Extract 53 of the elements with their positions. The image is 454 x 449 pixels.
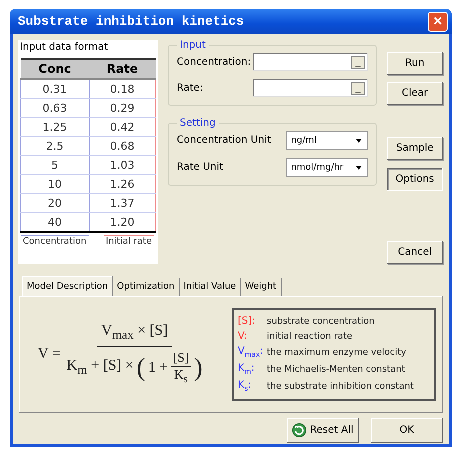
close-button[interactable]: × xyxy=(428,12,448,32)
symbol-description: the maximum enzyme velocity xyxy=(267,348,408,358)
column-caption: Initial rate xyxy=(104,235,154,248)
field-label: Rate Unit xyxy=(177,162,224,173)
group-title: Setting xyxy=(179,118,217,129)
symbol-label: V$_{max}$: xyxy=(238,346,264,359)
tab[interactable]: Model Description xyxy=(22,276,114,296)
table-cell: 0.31 xyxy=(20,79,90,98)
symbol-label: K$_{m}$: xyxy=(238,363,256,376)
table-cell: 1.25 xyxy=(20,118,90,136)
dialog-button[interactable]: Run xyxy=(387,52,443,75)
dialog-button[interactable]: Cancel xyxy=(387,241,443,264)
field-label: Rate: xyxy=(177,82,204,94)
table-cell: 0.42 xyxy=(90,118,156,136)
dialog-button[interactable]: Options xyxy=(387,168,443,191)
symbol-description: initial reaction rate xyxy=(267,332,354,342)
table-cell: 0.68 xyxy=(90,136,156,156)
table-cell: 10 xyxy=(20,174,90,194)
field-label: Concentration Unit xyxy=(177,135,272,146)
symbol-description: the Michaelis-Menten constant xyxy=(267,364,406,374)
field-label: Concentration: xyxy=(177,56,252,68)
table-cell: 1.03 xyxy=(90,156,156,174)
browse-button[interactable]: _ xyxy=(351,56,366,68)
window-title: Substrate inhibition kinetics xyxy=(18,14,244,29)
column-header: Rate xyxy=(90,59,156,79)
table-cell: 1.37 xyxy=(90,194,156,212)
table-cell: 40 xyxy=(20,212,90,232)
table-cell: 0.18 xyxy=(90,79,156,98)
input-field[interactable]: _ xyxy=(253,53,368,71)
ok-button[interactable]: OK xyxy=(371,418,443,443)
reset-button[interactable]: Reset All xyxy=(287,418,359,443)
panel-label: Input data format xyxy=(19,41,110,55)
symbol-label: V: xyxy=(238,331,248,342)
unit-dropdown[interactable]: ng/ml xyxy=(286,131,368,150)
symbol-description: substrate concentration xyxy=(267,316,376,326)
column-header: Conc xyxy=(20,59,90,79)
symbol-label: K$_{s}$: xyxy=(238,380,253,393)
symbol-description: the substrate inhibition constant xyxy=(267,382,415,392)
group-title: Input xyxy=(179,40,207,51)
table-cell: 1.26 xyxy=(90,174,156,194)
table-cell: 5 xyxy=(20,156,90,174)
table-cell: 0.63 xyxy=(20,98,90,118)
unit-dropdown[interactable]: nmol/mg/hr xyxy=(286,158,368,177)
table-cell: 0.29 xyxy=(90,98,156,118)
refresh-icon xyxy=(292,423,308,438)
table-cell: 20 xyxy=(20,194,90,212)
table-cell: 2.5 xyxy=(20,136,90,156)
input-field[interactable]: _ xyxy=(253,79,368,97)
column-caption: Concentration xyxy=(21,235,89,248)
symbol-label: [S]: xyxy=(238,316,257,327)
dialog-button[interactable]: Sample xyxy=(387,137,443,160)
browse-button[interactable]: _ xyxy=(351,82,366,94)
dialog-button[interactable]: Clear xyxy=(387,82,443,105)
